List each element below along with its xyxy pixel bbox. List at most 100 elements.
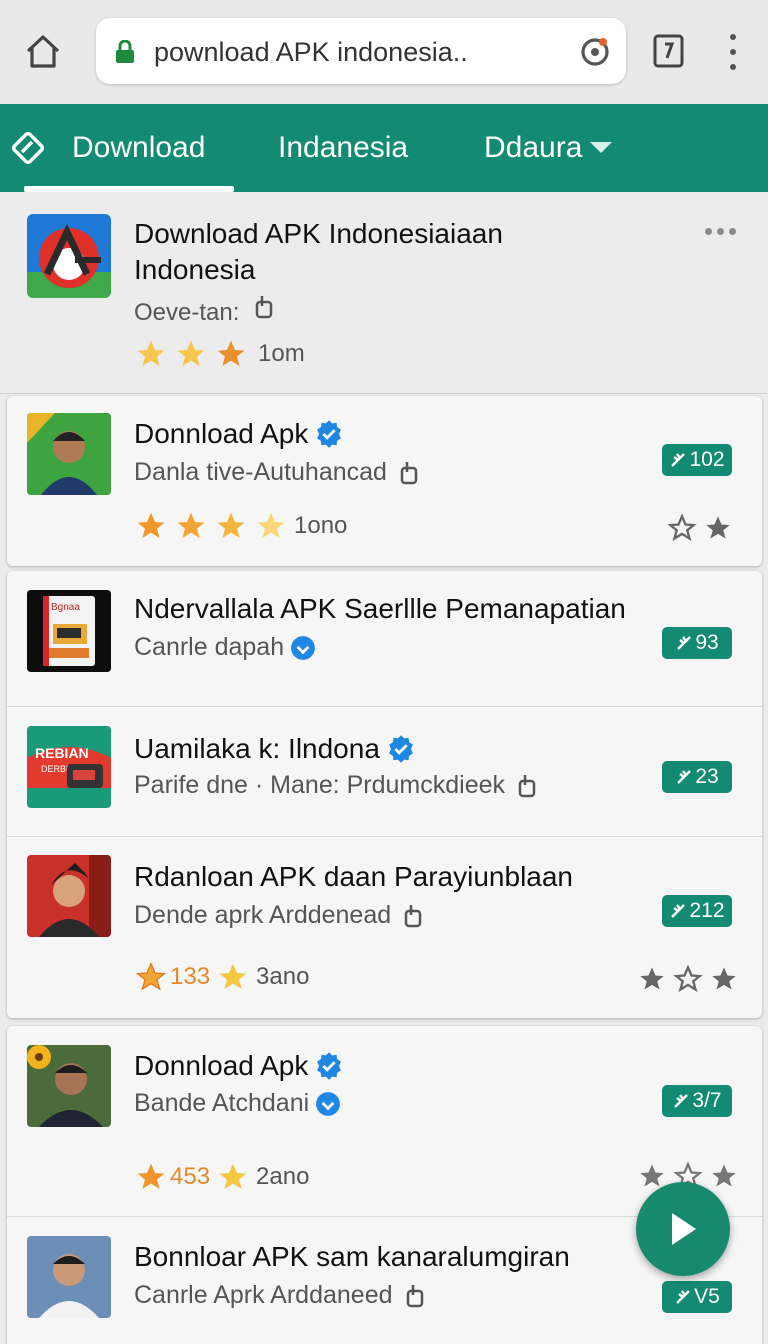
star-icon <box>257 512 285 538</box>
leaf-icon <box>674 1094 689 1108</box>
app-title: Uamilaka k: Ilndona <box>134 733 416 765</box>
download-count-badge: 3/7 <box>662 1085 732 1117</box>
leaf-icon <box>676 1290 691 1304</box>
app-subtitle: Canrle dapah <box>134 633 316 662</box>
touch-icon <box>255 296 273 319</box>
rating-count: 453 <box>170 1163 211 1190</box>
list-item[interactable]: Donnload Apk Danla tive-Autuhancad 102 1… <box>7 396 762 566</box>
app-icon <box>27 1045 111 1127</box>
app-title: Ndervallala APK Saerllle Pemanapatian <box>134 593 626 625</box>
app-title-text: Bonnloar APK sam kanaralumgiran <box>134 1241 570 1272</box>
featured-app[interactable]: Download APK Indonesiaiaan Indonesia Oev… <box>0 192 768 394</box>
app-icon <box>27 413 111 495</box>
lock-icon <box>114 39 136 69</box>
tab-download[interactable]: Download <box>72 131 205 165</box>
star-icon <box>219 1163 247 1189</box>
touch-icon <box>518 774 536 797</box>
download-count-badge: 212 <box>662 895 732 927</box>
app-title-text: Rdanloan APK daan Parayiunblaan <box>134 861 574 892</box>
featured-app-subtitle-text: Oeve-tan: <box>134 299 240 326</box>
leaf-icon <box>677 770 692 784</box>
action-stars[interactable] <box>667 514 733 542</box>
app-icon: REBIAN DERBUD <box>27 726 111 808</box>
tab-ddaura-label: Ddaura <box>484 131 583 164</box>
badge-value: 212 <box>689 899 725 922</box>
app-title-text: Donnload Apk <box>134 1050 309 1081</box>
app-icon <box>27 1236 111 1318</box>
app-title: Donnload Apk <box>134 418 344 450</box>
rating-text: 1ono <box>294 512 348 539</box>
leaf-icon <box>671 453 686 467</box>
app-title: Bonnloar APK sam kanaralumgiran <box>134 1241 570 1273</box>
app-subtitle: Dende aprk Arddenead <box>134 901 423 930</box>
action-stars[interactable] <box>637 965 739 993</box>
home-icon[interactable] <box>22 30 64 72</box>
star-icon <box>137 512 165 538</box>
chevron-down-icon <box>590 141 613 153</box>
app-rating: 1ono <box>134 510 347 542</box>
app-subtitle-text: Danla tive-Autuhancad <box>134 458 387 486</box>
list-item[interactable]: REBIAN DERBUD Uamilaka k: Ilndona Parife… <box>7 707 762 836</box>
verified-icon <box>317 1052 342 1080</box>
list-item[interactable]: Rdanloan APK daan Parayiunblaan Dende ap… <box>7 837 762 1018</box>
download-count-badge: 23 <box>662 761 732 793</box>
star-icon <box>219 963 247 989</box>
tab-indanesia[interactable]: Indanesia <box>278 131 408 165</box>
app-subtitle: Bande Atchdani <box>134 1089 341 1118</box>
rating-text: 2ano <box>256 1163 310 1190</box>
featured-app-title: Download APK Indonesiaiaan Indonesia <box>134 218 503 285</box>
category-nav: Download Indanesia Ddaura <box>0 104 768 192</box>
badge-value: 23 <box>695 765 719 788</box>
menu-icon[interactable] <box>726 34 740 70</box>
refresh-icon[interactable] <box>578 34 612 73</box>
rating-text: 3ano <box>256 963 310 990</box>
list-item[interactable]: Bgnaa Ndervallala APK Saerllle Pemanapat… <box>7 571 762 706</box>
app-icon: Bgnaa <box>27 590 111 672</box>
download-count-badge: V5 <box>662 1281 732 1313</box>
app-subtitle-text: Parife dne · Mane: Prdumckdieek <box>134 771 506 799</box>
verified-icon <box>316 1091 341 1116</box>
list-item[interactable]: Donnload Apk Bande Atchdani 3/7 453 2ano <box>7 1026 762 1216</box>
star-outline-icon <box>667 514 697 542</box>
app-rating: 133 3ano <box>134 961 309 993</box>
star-icon <box>137 340 165 366</box>
app-icon <box>27 855 111 937</box>
featured-rating-text: 1om <box>258 340 305 367</box>
badge-value: 102 <box>689 448 725 471</box>
app-subtitle-text: Canrle dapah <box>134 633 285 661</box>
app-card: Donnload Apk Danla tive-Autuhancad 102 1… <box>7 396 762 566</box>
touch-icon <box>406 1284 423 1307</box>
app-subtitle-text: Canrle Aprk Arddaneed <box>134 1281 393 1309</box>
app-subtitle: Danla tive-Autuhancad <box>134 458 419 487</box>
app-card: Donnload Apk Bande Atchdani 3/7 453 2ano <box>7 1026 762 1344</box>
star-icon <box>135 961 167 991</box>
rating-count: 133 <box>170 963 211 990</box>
play-icon <box>672 1213 696 1245</box>
verified-icon <box>389 735 413 763</box>
star-icon <box>137 1163 165 1189</box>
app-subtitle: Canrle Aprk Arddaneed <box>134 1281 425 1310</box>
badge-value: 93 <box>695 631 719 654</box>
star-icon <box>177 340 205 366</box>
star-icon <box>706 516 730 539</box>
app-title-text: Uamilaka k: Ilndona <box>134 733 380 764</box>
app-subtitle: Parife dne · Mane: Prdumckdieek <box>134 771 537 800</box>
badge-value: V5 <box>694 1285 720 1308</box>
address-bar[interactable]: pownload APK indonesia.. <box>96 18 626 84</box>
app-title-text: Ndervallala APK Saerllle Pemanapatian <box>134 593 626 624</box>
tab-ddaura[interactable]: Ddaura <box>484 131 613 165</box>
featured-app-rating: 1om <box>134 338 305 370</box>
more-options-icon[interactable] <box>705 228 736 235</box>
leaf-icon <box>677 636 692 650</box>
featured-app-subtitle: Oeve-tan: <box>134 294 274 327</box>
browser-toolbar: pownload APK indonesia.. <box>0 0 768 104</box>
star-outline-icon <box>673 965 703 993</box>
url-text: pownload APK indonesia.. <box>154 37 468 67</box>
play-button[interactable] <box>636 1182 730 1276</box>
verified-icon <box>291 635 316 660</box>
tabs-icon[interactable] <box>652 33 686 74</box>
app-rating: 453 2ano <box>134 1161 309 1193</box>
featured-app-icon <box>27 214 111 298</box>
verified-icon <box>317 420 342 448</box>
touch-icon <box>400 461 418 484</box>
